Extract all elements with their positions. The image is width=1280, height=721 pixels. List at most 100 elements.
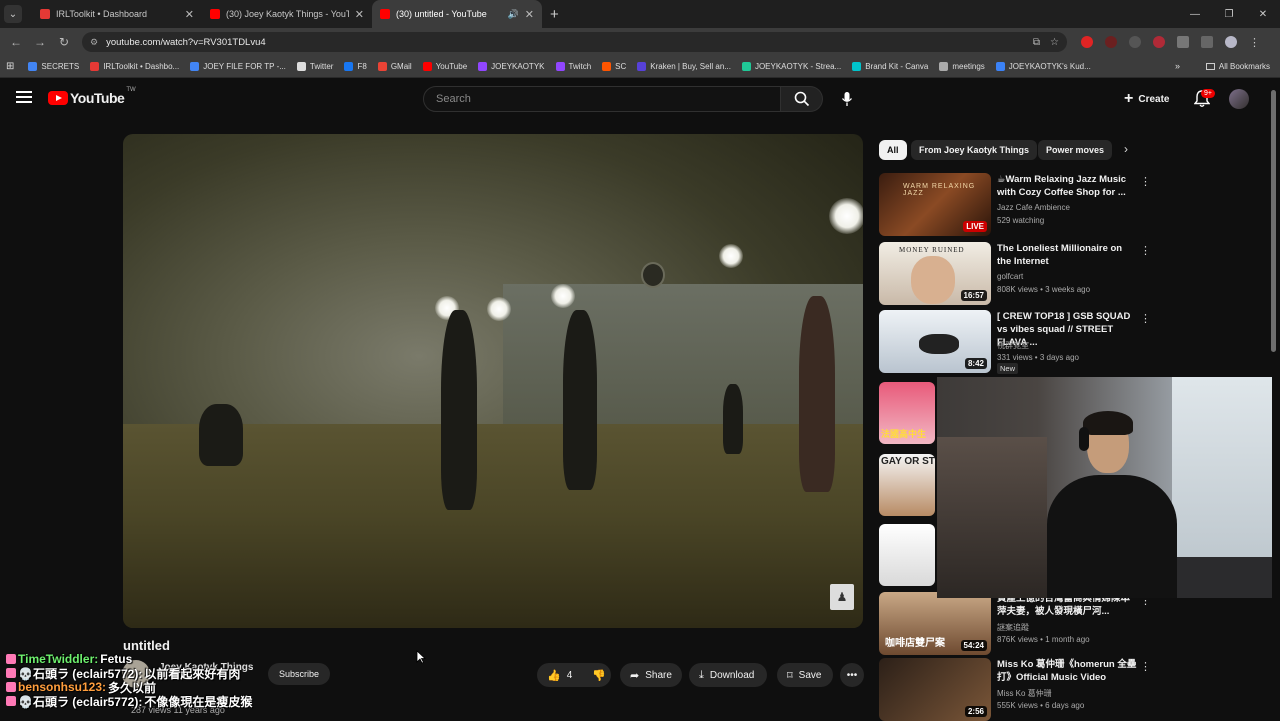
recommendation-item[interactable]: MONEY RUINED 16:57 The Loneliest Million… [879,242,1151,305]
download-button[interactable]: ⤓ Download [689,663,767,687]
share-arrow-icon: ➦ [630,669,640,682]
browser-tab-irltoolkit[interactable]: IRLToolkit • Dashboard ✕ [32,0,202,28]
reload-icon[interactable]: ↻ [52,35,76,49]
share-button[interactable]: ➦ Share [620,663,682,687]
bookmark-item[interactable]: IRLToolkit • Dashbo... [90,62,179,71]
bookmark-star-icon[interactable]: ☆ [1050,37,1059,48]
recommendation-channel[interactable]: 謎案追蹤 [997,622,1029,633]
thumbs-down-icon[interactable]: 👎 [592,669,606,682]
video-thumbnail[interactable]: 法國高中生 [879,382,935,444]
new-tab-plus-icon[interactable]: + [550,6,559,23]
recommendation-channel[interactable]: Miss Ko 葛仲珊 [997,688,1052,699]
bookmark-item[interactable]: F8 [344,62,367,71]
restore-icon[interactable]: ❐ [1212,0,1246,28]
recommendation-item[interactable]: 8:42 [ CREW TOP18 ] GSB SQUAD vs vibes s… [879,310,1151,374]
extension-dark-icon[interactable] [1105,36,1117,48]
create-button[interactable]: + Create [1124,90,1169,108]
chip-power-moves[interactable]: Power moves [1038,140,1113,160]
like-count[interactable]: 4 [567,670,573,681]
video-thumbnail[interactable]: 8:42 [879,310,991,373]
recommendation-channel[interactable]: 視群覚室 [997,340,1029,351]
recommendation-item[interactable]: 2:56 Miss Ko 葛仲珊《homerun 全壘打》Official Mu… [879,658,1151,721]
video-thumbnail[interactable] [879,524,935,586]
close-window-icon[interactable]: ✕ [1246,0,1280,28]
search-button[interactable] [781,86,823,112]
recommendation-item[interactable]: 咖啡店雙尸案 54:24 資產上億的台灣富商與情婦陳萃萍夫妻，被人發現橫尸河..… [879,592,1151,655]
bookmark-label: JOEYKAOTYK's Kud... [1008,62,1091,71]
forward-arrow-icon[interactable]: → [28,35,52,49]
all-bookmarks-label: All Bookmarks [1218,62,1270,71]
recommendation-item[interactable]: WARM RELAXING JAZZ LIVE ☕Warm Relaxing J… [879,173,1151,236]
video-thumbnail[interactable]: GAY OR ST [879,454,935,516]
webcam-streamer-body [1047,475,1177,598]
bookmark-item[interactable]: Twitter [296,62,333,71]
browser-tab-channel[interactable]: (30) Joey Kaotyk Things - YouTube ✕ [202,0,372,28]
tab-search-button[interactable]: ⌄ [4,5,22,23]
close-tab-icon[interactable]: ✕ [525,8,534,21]
site-info-icon[interactable]: ⚙ [90,37,98,48]
extension-grey-icon[interactable] [1129,36,1141,48]
save-button[interactable]: ⌑ Save [777,663,833,687]
browser-menu-icon[interactable]: ⋮ [1249,36,1260,49]
bookmark-item[interactable]: SECRETS [28,62,79,71]
chip-from-channel[interactable]: From Joey Kaotyk Things [911,140,1038,160]
more-actions-button[interactable]: ••• [840,663,864,687]
voice-search-mic-icon[interactable] [838,90,856,108]
more-vertical-icon[interactable]: ⋮ [1140,312,1151,325]
bookmark-item[interactable]: JOEYKAOTYK - Strea... [741,62,841,71]
search-input[interactable]: Search [423,86,781,112]
video-thumbnail[interactable]: WARM RELAXING JAZZ LIVE [879,173,991,236]
video-thumbnail[interactable]: 2:56 [879,658,991,721]
recommendation-title[interactable]: ☕Warm Relaxing Jazz Music with Cozy Coff… [997,173,1137,199]
recommendation-title[interactable]: Miss Ko 葛仲珊《homerun 全壘打》Official Music V… [997,658,1137,684]
install-app-icon[interactable]: ⧉ [1033,37,1040,48]
bookmark-item[interactable]: meetings [939,62,985,71]
video-thumbnail[interactable]: 咖啡店雙尸案 54:24 [879,592,991,655]
thumbnail-text: MONEY RUINED [899,246,965,254]
video-frame-light [551,284,575,308]
video-thumbnail[interactable]: MONEY RUINED 16:57 [879,242,991,305]
more-vertical-icon[interactable]: ⋮ [1140,175,1151,188]
page-scrollbar[interactable] [1271,90,1276,352]
profile-avatar-icon[interactable] [1225,36,1237,48]
bookmark-item[interactable]: Twitch [555,62,592,71]
browser-toolbar: ← → ↻ ⚙ youtube.com/watch?v=RV301TDLvu4 … [0,28,1280,56]
more-bookmarks-chevron-icon[interactable]: » [1175,61,1180,71]
bookmark-label: Twitch [568,62,592,71]
recommendation-channel[interactable]: golfcart [997,272,1023,281]
close-tab-icon[interactable]: ✕ [355,8,364,21]
bookmark-item[interactable]: Kraken | Buy, Sell an... [637,62,731,71]
account-avatar[interactable] [1229,89,1249,109]
recommendation-title[interactable]: The Loneliest Millionaire on the Interne… [997,242,1137,268]
more-vertical-icon[interactable]: ⋮ [1140,244,1151,257]
speaker-icon[interactable]: 🔊 [508,9,519,20]
bookmark-item[interactable]: JOEY FILE FOR TP -... [190,62,286,71]
chips-next-chevron-icon[interactable]: › [1124,142,1128,156]
video-frame-light [487,297,511,321]
thumbs-up-icon[interactable]: 👍 [547,669,561,682]
extension-badge-icon[interactable] [1153,36,1165,48]
bookmark-item[interactable]: YouTube [422,62,467,71]
chip-all[interactable]: All [879,140,907,160]
bookmark-item[interactable]: JOEYKAOTYK's Kud... [995,62,1091,71]
extensions-puzzle-icon[interactable] [1177,36,1189,48]
browser-tab-video[interactable]: (30) untitled - YouTube 🔊 ✕ [372,0,542,28]
video-player[interactable]: ♟ [123,134,863,628]
apps-grid-icon[interactable]: ⊞ [6,61,14,72]
bookmark-item[interactable]: JOEYKAOTYK [478,62,545,71]
minimize-icon[interactable]: — [1178,0,1212,28]
tab-search-icon[interactable] [1201,36,1213,48]
close-tab-icon[interactable]: ✕ [185,8,194,21]
recommendation-channel[interactable]: Jazz Cafe Ambience [997,203,1070,212]
youtube-logo[interactable]: YouTube TW [48,87,136,106]
menu-hamburger-icon[interactable] [16,91,32,103]
bookmark-item[interactable]: SC [602,62,626,71]
back-arrow-icon[interactable]: ← [4,35,28,49]
extension-red-icon[interactable] [1081,36,1093,48]
channel-watermark-icon[interactable]: ♟ [830,584,854,610]
more-vertical-icon[interactable]: ⋮ [1140,660,1151,673]
address-bar[interactable]: ⚙ youtube.com/watch?v=RV301TDLvu4 ⧉ ☆ [82,32,1067,52]
bookmark-item[interactable]: GMail [377,62,412,71]
bookmark-item[interactable]: Brand Kit - Canva [852,62,928,71]
all-bookmarks-button[interactable]: All Bookmarks [1205,62,1270,71]
